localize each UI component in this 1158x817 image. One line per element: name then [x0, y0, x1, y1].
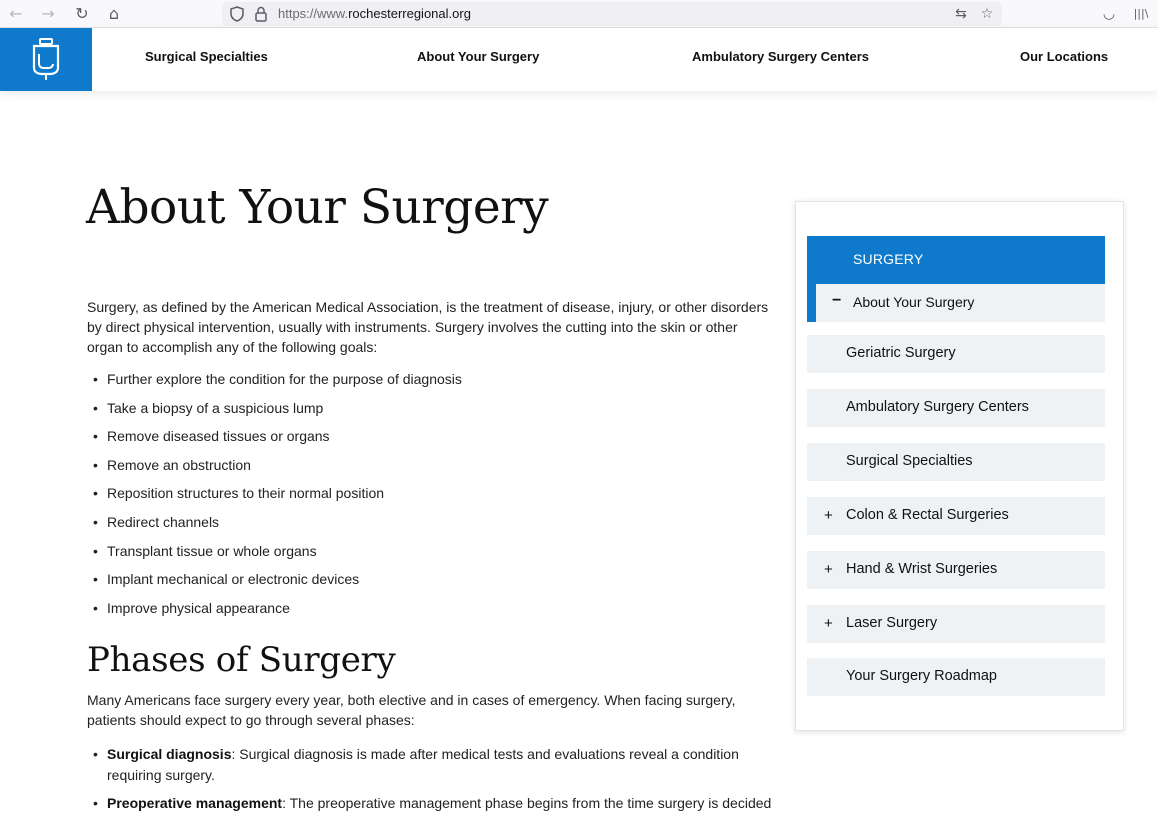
list-item: Redirect channels [93, 512, 773, 541]
collapse-icon[interactable]: − [832, 292, 841, 310]
sidebar-heading[interactable]: SURGERY [807, 236, 1105, 284]
list-item: Transplant tissue or whole organs [93, 541, 773, 570]
sidebar-item-colon-rectal-surgeries[interactable]: + Colon & Rectal Surgeries [807, 497, 1105, 535]
sidebar-item-label: Ambulatory Surgery Centers [846, 399, 1029, 415]
url-scheme: https://www. [278, 6, 349, 21]
address-bar[interactable]: https://www.rochesterregional.org ⇆ ☆ [222, 2, 1002, 26]
list-item: Remove an obstruction [93, 455, 773, 484]
reload-icon[interactable]: ↻ [72, 4, 92, 24]
sidebar-item-your-surgery-roadmap[interactable]: Your Surgery Roadmap [807, 658, 1105, 696]
sidebar-item-hand-wrist-surgeries[interactable]: + Hand & Wrist Surgeries [807, 551, 1105, 589]
url-host: rochesterregional.org [348, 6, 471, 21]
list-item: Take a biopsy of a suspicious lump [93, 398, 773, 427]
forward-arrow-icon[interactable]: → [38, 4, 58, 24]
page-title: About Your Surgery [86, 180, 549, 235]
sidebar-item-laser-surgery[interactable]: + Laser Surgery [807, 605, 1105, 643]
phase-term: Preoperative management [107, 795, 283, 811]
site-logo[interactable] [0, 28, 92, 91]
expand-icon[interactable]: + [824, 561, 833, 578]
expand-icon[interactable]: + [824, 615, 833, 632]
phase-term: Surgical diagnosis [107, 746, 232, 762]
sidebar-item-label: Geriatric Surgery [846, 345, 956, 361]
bookmark-star-icon[interactable]: ☆ [978, 5, 996, 23]
sidebar-heading-label: SURGERY [853, 251, 924, 267]
list-item: Remove diseased tissues or organs [93, 426, 773, 455]
list-item: Surgical diagnosis: Surgical diagnosis i… [93, 744, 773, 786]
sidebar-item-label: About Your Surgery [853, 294, 975, 310]
nav-about-your-surgery[interactable]: About Your Surgery [417, 49, 539, 64]
iv-bag-logo-icon [32, 38, 60, 80]
nav-surgical-specialties[interactable]: Surgical Specialties [145, 49, 268, 64]
shield-icon[interactable] [230, 6, 244, 22]
list-item: Preoperative management: The preoperativ… [93, 793, 773, 817]
goals-list: Further explore the condition for the pu… [93, 369, 773, 626]
home-icon[interactable]: ⌂ [104, 4, 124, 24]
nav-our-locations[interactable]: Our Locations [1020, 49, 1108, 64]
list-item: Further explore the condition for the pu… [93, 369, 773, 398]
sidebar-item-about-your-surgery[interactable]: − About Your Surgery [807, 284, 1105, 322]
sidebar-item-label: Laser Surgery [846, 615, 938, 631]
phases-heading: Phases of Surgery [87, 640, 396, 680]
phases-list: Surgical diagnosis: Surgical diagnosis i… [93, 744, 773, 817]
phases-intro-paragraph: Many Americans face surgery every year, … [87, 692, 736, 728]
sidebar-item-label: Your Surgery Roadmap [846, 668, 997, 684]
list-item: Reposition structures to their normal po… [93, 483, 773, 512]
sidebar-item-label: Colon & Rectal Surgeries [846, 507, 1009, 523]
site-header: Surgical Specialties About Your Surgery … [0, 28, 1158, 91]
expand-icon[interactable]: + [824, 507, 833, 524]
list-item: Implant mechanical or electronic devices [93, 569, 773, 598]
sidebar-nav: SURGERY − About Your Surgery Geriatric S… [795, 201, 1124, 731]
sidebar-item-surgical-specialties[interactable]: Surgical Specialties [807, 443, 1105, 481]
sidebar-item-ambulatory-surgery-centers[interactable]: Ambulatory Surgery Centers [807, 389, 1105, 427]
nav-ambulatory-surgery-centers[interactable]: Ambulatory Surgery Centers [692, 49, 869, 64]
sidebar-item-label: Surgical Specialties [846, 453, 973, 469]
translate-icon[interactable]: ⇆ [952, 5, 970, 23]
list-item: Improve physical appearance [93, 598, 773, 627]
pocket-icon[interactable]: ◡ [1100, 5, 1118, 23]
intro-paragraph: Surgery, as defined by the American Medi… [87, 299, 769, 355]
url-text[interactable]: https://www.rochesterregional.org [278, 6, 471, 22]
back-arrow-icon[interactable]: ← [6, 4, 26, 24]
library-icon[interactable]: |||\ [1132, 5, 1150, 23]
sidebar-item-label: Hand & Wrist Surgeries [846, 561, 998, 577]
browser-toolbar: ← → ↻ ⌂ https://www.rochesterregional.or… [0, 0, 1158, 28]
lock-icon[interactable] [254, 6, 268, 22]
sidebar-item-geriatric-surgery[interactable]: Geriatric Surgery [807, 335, 1105, 373]
